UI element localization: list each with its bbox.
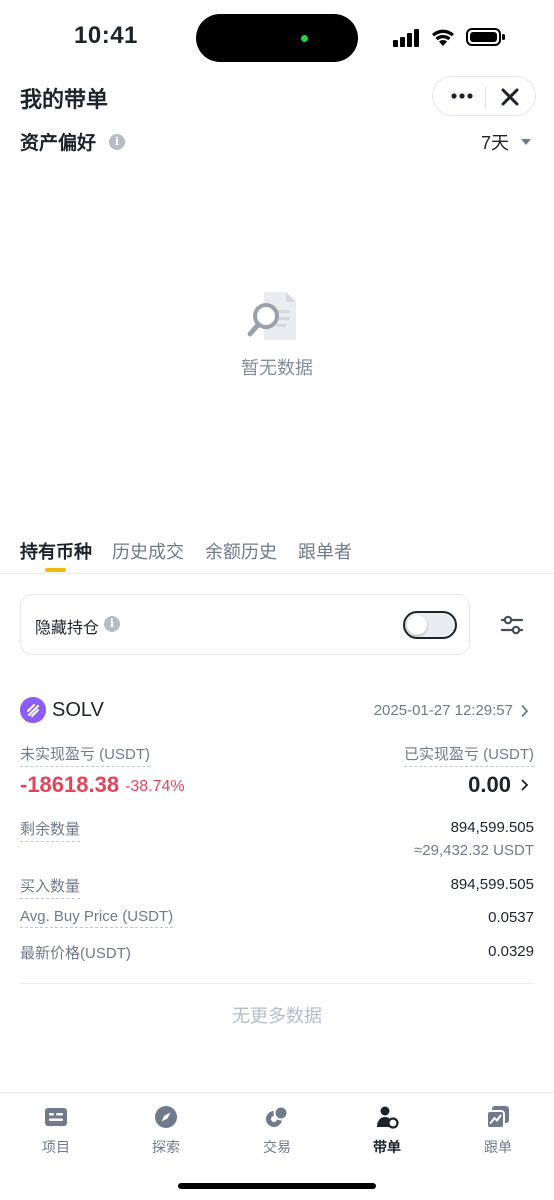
realized-pnl-label: 已实现盈亏 (USDT) xyxy=(404,743,534,767)
tabbar-item-trade[interactable]: 交易 xyxy=(242,1105,312,1161)
unrealized-pnl-value: -18618.38 xyxy=(20,772,120,797)
solv-coin-icon xyxy=(20,697,46,723)
tab-holdings[interactable]: 持有币种 xyxy=(20,538,92,564)
avg-buy-price-label: Avg. Buy Price (USDT) xyxy=(20,908,174,928)
bought-qty-value: 894,599.505 xyxy=(450,876,534,893)
active-tab-indicator xyxy=(45,568,66,572)
tab-bar: 持有币种 历史成交 余额历史 跟单者 xyxy=(0,530,554,574)
unrealized-pnl-percent: -38.74% xyxy=(125,778,185,795)
tabbar-label: 交易 xyxy=(263,1139,291,1155)
empty-state: 暂无数据 xyxy=(0,280,554,390)
no-data-search-icon xyxy=(247,292,296,340)
status-bar: 10:41 xyxy=(0,0,554,72)
tab-balance-history[interactable]: 余额历史 xyxy=(205,538,277,564)
remaining-qty-value: 894,599.505 xyxy=(450,819,534,836)
unrealized-pnl-label: 未实现盈亏 (USDT) xyxy=(20,743,150,767)
tab-followers[interactable]: 跟单者 xyxy=(298,538,352,564)
wifi-icon xyxy=(432,29,454,46)
tabbar-label: 带单 xyxy=(373,1139,401,1155)
asset-preference-row: 资产偏好 i 7天 xyxy=(0,124,554,160)
compass-icon xyxy=(155,1106,177,1128)
asset-preference-title: 资产偏好 xyxy=(20,133,97,154)
lead-trader-icon xyxy=(377,1106,399,1129)
position-header[interactable]: SOLV 2025-01-27 12:29:57 xyxy=(20,696,535,726)
tabbar-item-projects[interactable]: 项目 xyxy=(21,1105,91,1161)
chevron-right-icon xyxy=(521,705,529,717)
tabbar-label: 跟单 xyxy=(484,1139,512,1155)
more-icon[interactable] xyxy=(447,83,477,109)
trade-icon xyxy=(266,1105,289,1127)
info-icon[interactable]: i xyxy=(109,134,125,150)
hide-positions-toggle[interactable] xyxy=(403,611,457,639)
latest-price-label: 最新价格(USDT) xyxy=(20,945,131,962)
period-label: 7天 xyxy=(481,133,510,153)
empty-state-text: 暂无数据 xyxy=(241,358,313,378)
page-title: 我的带单 xyxy=(20,87,109,112)
projects-icon xyxy=(45,1108,67,1126)
camera-indicator-dot xyxy=(301,35,308,42)
copy-trade-icon xyxy=(486,1106,509,1129)
hide-positions-label: 隐藏持仓 xyxy=(35,620,100,637)
no-more-data-text: 无更多数据 xyxy=(232,1006,322,1026)
close-icon[interactable] xyxy=(497,84,523,110)
realized-pnl-value[interactable]: 0.00 xyxy=(468,772,511,798)
header: 我的带单 xyxy=(0,72,554,122)
info-icon[interactable]: i xyxy=(104,616,120,632)
cellular-signal-icon xyxy=(393,29,419,47)
battery-icon xyxy=(466,28,505,46)
period-dropdown[interactable]: 7天 xyxy=(470,128,540,156)
home-indicator xyxy=(178,1183,376,1189)
coin-name: SOLV xyxy=(52,699,104,721)
avg-buy-price-value: 0.0537 xyxy=(488,909,534,926)
filter-sliders-icon[interactable] xyxy=(499,612,525,638)
latest-price-value: 0.0329 xyxy=(488,943,534,960)
tabbar-label: 项目 xyxy=(42,1139,70,1155)
position-timestamp: 2025-01-27 12:29:57 xyxy=(373,702,513,719)
caret-down-icon xyxy=(521,139,531,145)
status-time: 10:41 xyxy=(74,22,138,49)
tab-trade-history[interactable]: 历史成交 xyxy=(112,538,184,564)
remaining-qty-label: 剩余数量 xyxy=(20,818,81,842)
tabbar-item-lead-trading[interactable]: 带单 xyxy=(352,1105,422,1161)
tabbar-label: 探索 xyxy=(152,1139,180,1155)
capsule-divider xyxy=(485,86,486,108)
tabbar-item-explore[interactable]: 探索 xyxy=(131,1105,201,1161)
remaining-qty-usdt: ≈29,432.32 USDT xyxy=(414,842,534,859)
tabbar-item-copy-trading[interactable]: 跟单 xyxy=(463,1105,533,1161)
mini-program-capsule xyxy=(432,76,536,116)
toggle-knob xyxy=(407,615,427,635)
divider xyxy=(20,983,534,984)
dynamic-island xyxy=(196,14,358,62)
bought-qty-label: 买入数量 xyxy=(20,875,81,899)
chevron-right-icon[interactable] xyxy=(521,779,529,791)
hide-positions-card: 隐藏持仓 i xyxy=(20,594,470,655)
